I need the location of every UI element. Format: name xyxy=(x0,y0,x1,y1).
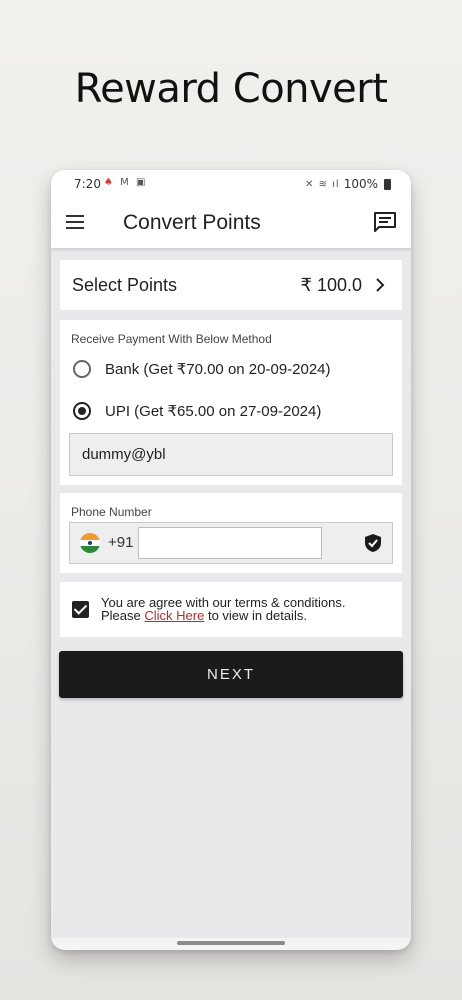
chat-icon[interactable] xyxy=(373,211,397,233)
radio-option-upi[interactable]: UPI (Get ₹65.00 on 27-09-2024) xyxy=(73,400,393,424)
india-flag-icon[interactable] xyxy=(80,533,100,553)
status-time: 7:20 xyxy=(74,177,101,191)
battery-text: 100% xyxy=(343,177,378,191)
phone-number-label: Phone Number xyxy=(71,505,152,519)
select-points-value: ₹ 100.0 xyxy=(300,275,363,295)
terms-checkbox[interactable] xyxy=(72,601,89,618)
upi-id-input[interactable] xyxy=(69,433,393,476)
battery-icon xyxy=(384,178,391,190)
terms-suffix: to view in details. xyxy=(204,608,307,623)
phone-frame: 7:20 ♠ M ▣ ✕ ≋ ıl 100% Convert Points Se… xyxy=(51,170,411,950)
navigation-bar xyxy=(51,938,411,950)
connectivity-icons: ✕ ≋ ıl xyxy=(305,178,340,190)
next-button[interactable]: NEXT xyxy=(59,651,403,698)
chevron-right-icon xyxy=(376,278,385,292)
select-points-label: Select Points xyxy=(72,275,178,295)
status-bar: 7:20 ♠ M ▣ ✕ ≋ ıl 100% xyxy=(51,170,411,198)
home-indicator[interactable] xyxy=(177,941,285,945)
radio-button-bank[interactable] xyxy=(73,360,91,378)
page-title: Convert Points xyxy=(123,211,261,234)
notification-icons: ♠ M ▣ xyxy=(104,177,148,188)
phone-number-card: Phone Number +91 xyxy=(60,493,402,573)
promo-title: Reward Convert xyxy=(74,66,388,112)
terms-link[interactable]: Click Here xyxy=(144,608,204,623)
shield-check-icon xyxy=(365,534,381,552)
payment-method-card: Receive Payment With Below Method Bank (… xyxy=(60,320,402,485)
payment-heading: Receive Payment With Below Method xyxy=(71,332,272,346)
menu-icon[interactable] xyxy=(66,215,84,229)
terms-card: You are agree with our terms & condition… xyxy=(60,582,402,637)
radio-option-bank[interactable]: Bank (Get ₹70.00 on 20-09-2024) xyxy=(73,358,393,382)
radio-label-upi: UPI (Get ₹65.00 on 27-09-2024) xyxy=(105,403,322,420)
phone-number-input[interactable] xyxy=(138,527,322,559)
app-bar: Convert Points xyxy=(51,198,411,248)
terms-text: You are agree with our terms & condition… xyxy=(101,596,346,622)
radio-label-bank: Bank (Get ₹70.00 on 20-09-2024) xyxy=(105,361,331,378)
radio-button-upi[interactable] xyxy=(73,402,91,420)
status-right: ✕ ≋ ıl 100% xyxy=(305,177,391,191)
terms-prefix: Please xyxy=(101,608,145,623)
dial-code[interactable]: +91 xyxy=(108,534,133,551)
select-points-row[interactable]: Select Points ₹ 100.0 xyxy=(60,260,402,310)
phone-input-row: +91 xyxy=(69,522,393,564)
